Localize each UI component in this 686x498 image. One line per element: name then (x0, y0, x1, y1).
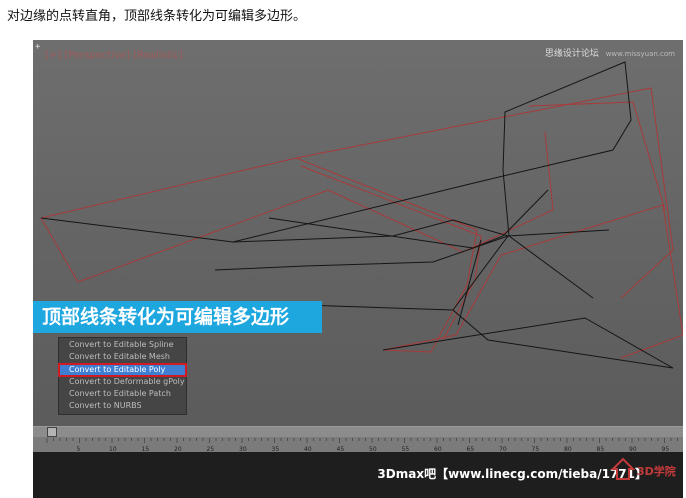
time-slider-handle[interactable] (47, 427, 57, 437)
bottom-bar: 3Dmax吧【www.linecg.com/tieba/1771】 3D学院 (33, 452, 683, 498)
timeline-ruler[interactable]: 5 10 15 20 25 30 35 40 45 50 55 60 65 70 75 80 85 90 95 (33, 438, 683, 453)
logo-3d-academy: 3D学院 (610, 457, 676, 480)
black-line-bottom (382, 317, 674, 369)
time-slider-track[interactable] (33, 427, 683, 437)
perspective-viewport[interactable]: + [+] [Perspective] [Realistic] 思缘设计论坛 w… (33, 40, 683, 498)
logo-house-icon (610, 457, 636, 480)
menu-convert-editable-mesh[interactable]: Convert to Editable Mesh (59, 351, 186, 363)
red-outline-right (528, 101, 666, 211)
instruction-text: 对边缘的点转直角，顶部线条转化为可编辑多边形。 (7, 9, 307, 24)
logo-text: 3D学院 (637, 464, 676, 478)
red-outline-inner (300, 165, 482, 341)
menu-convert-deformable-gpoly[interactable]: Convert to Deformable gPoly (59, 376, 186, 388)
menu-convert-editable-poly[interactable]: Convert to Editable Poly (58, 362, 187, 377)
caption-banner: 顶部线条转化为可编辑多边形 (33, 301, 322, 333)
black-line-inner (457, 239, 482, 326)
menu-convert-editable-spline[interactable]: Convert to Editable Spline (59, 339, 186, 351)
menu-convert-editable-patch[interactable]: Convert to Editable Patch (59, 388, 186, 400)
timeline: 5 10 15 20 25 30 35 40 45 50 55 60 65 70 75 80 85 90 95 (33, 426, 683, 453)
red-outline-top (295, 87, 674, 299)
menu-convert-nurbs[interactable]: Convert to NURBS (59, 400, 186, 412)
quad-menu: Convert to Editable Spline Convert to Ed… (58, 337, 187, 415)
